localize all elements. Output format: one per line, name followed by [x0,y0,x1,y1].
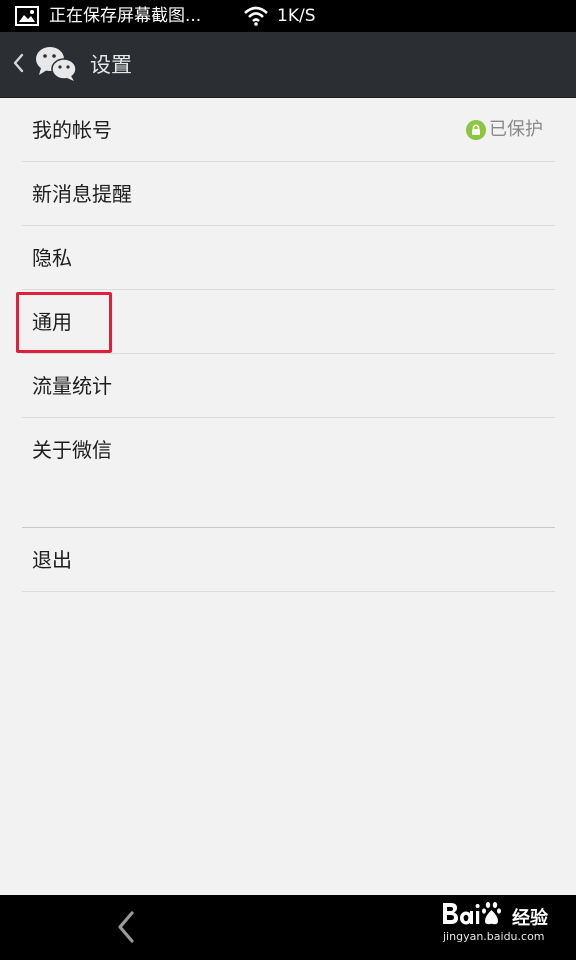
settings-item-my-account[interactable]: 我的帐号 已保护 [22,98,555,162]
settings-item-privacy[interactable]: 隐私 [22,226,555,290]
settings-item-new-message-alerts[interactable]: 新消息提醒 [22,162,555,226]
account-status: 已保护 [466,118,543,142]
network-speed: 1K/S [277,6,316,26]
status-bar: 正在保存屏幕截图... 1K/S [0,0,576,32]
chevron-left-icon [13,53,24,73]
baidu-watermark: 经验 jingyan.baidu.com [440,897,570,947]
account-protected-text: 已保护 [489,119,543,140]
lock-icon [466,120,486,140]
title-bar: 设置 [0,32,576,98]
settings-item-label: 通用 [32,310,72,334]
settings-item-label: 流量统计 [32,374,112,398]
wechat-logo-icon [36,47,77,81]
wifi-icon [244,6,268,26]
settings-item-label: 新消息提醒 [32,182,132,206]
watermark-word: 经验 [512,908,548,929]
page-title: 设置 [90,53,132,77]
settings-item-data-usage[interactable]: 流量统计 [22,354,555,418]
settings-item-label: 隐私 [32,246,72,270]
back-button[interactable] [6,38,82,90]
settings-item-about-wechat[interactable]: 关于微信 [22,418,555,481]
nav-back-icon[interactable] [108,907,148,947]
watermark-url: jingyan.baidu.com [443,930,545,943]
section-divider [22,481,555,528]
logout-button[interactable]: 退出 [22,528,555,592]
status-notification-text: 正在保存屏幕截图... [49,6,202,26]
settings-item-label: 我的帐号 [32,118,112,142]
settings-list: 我的帐号 已保护 新消息提醒 隐私 通用 流量统计 关于微信 退出 [0,98,576,592]
image-icon [15,6,39,26]
logout-label: 退出 [32,548,72,572]
settings-item-label: 关于微信 [32,438,112,462]
settings-item-general[interactable]: 通用 [22,290,555,354]
